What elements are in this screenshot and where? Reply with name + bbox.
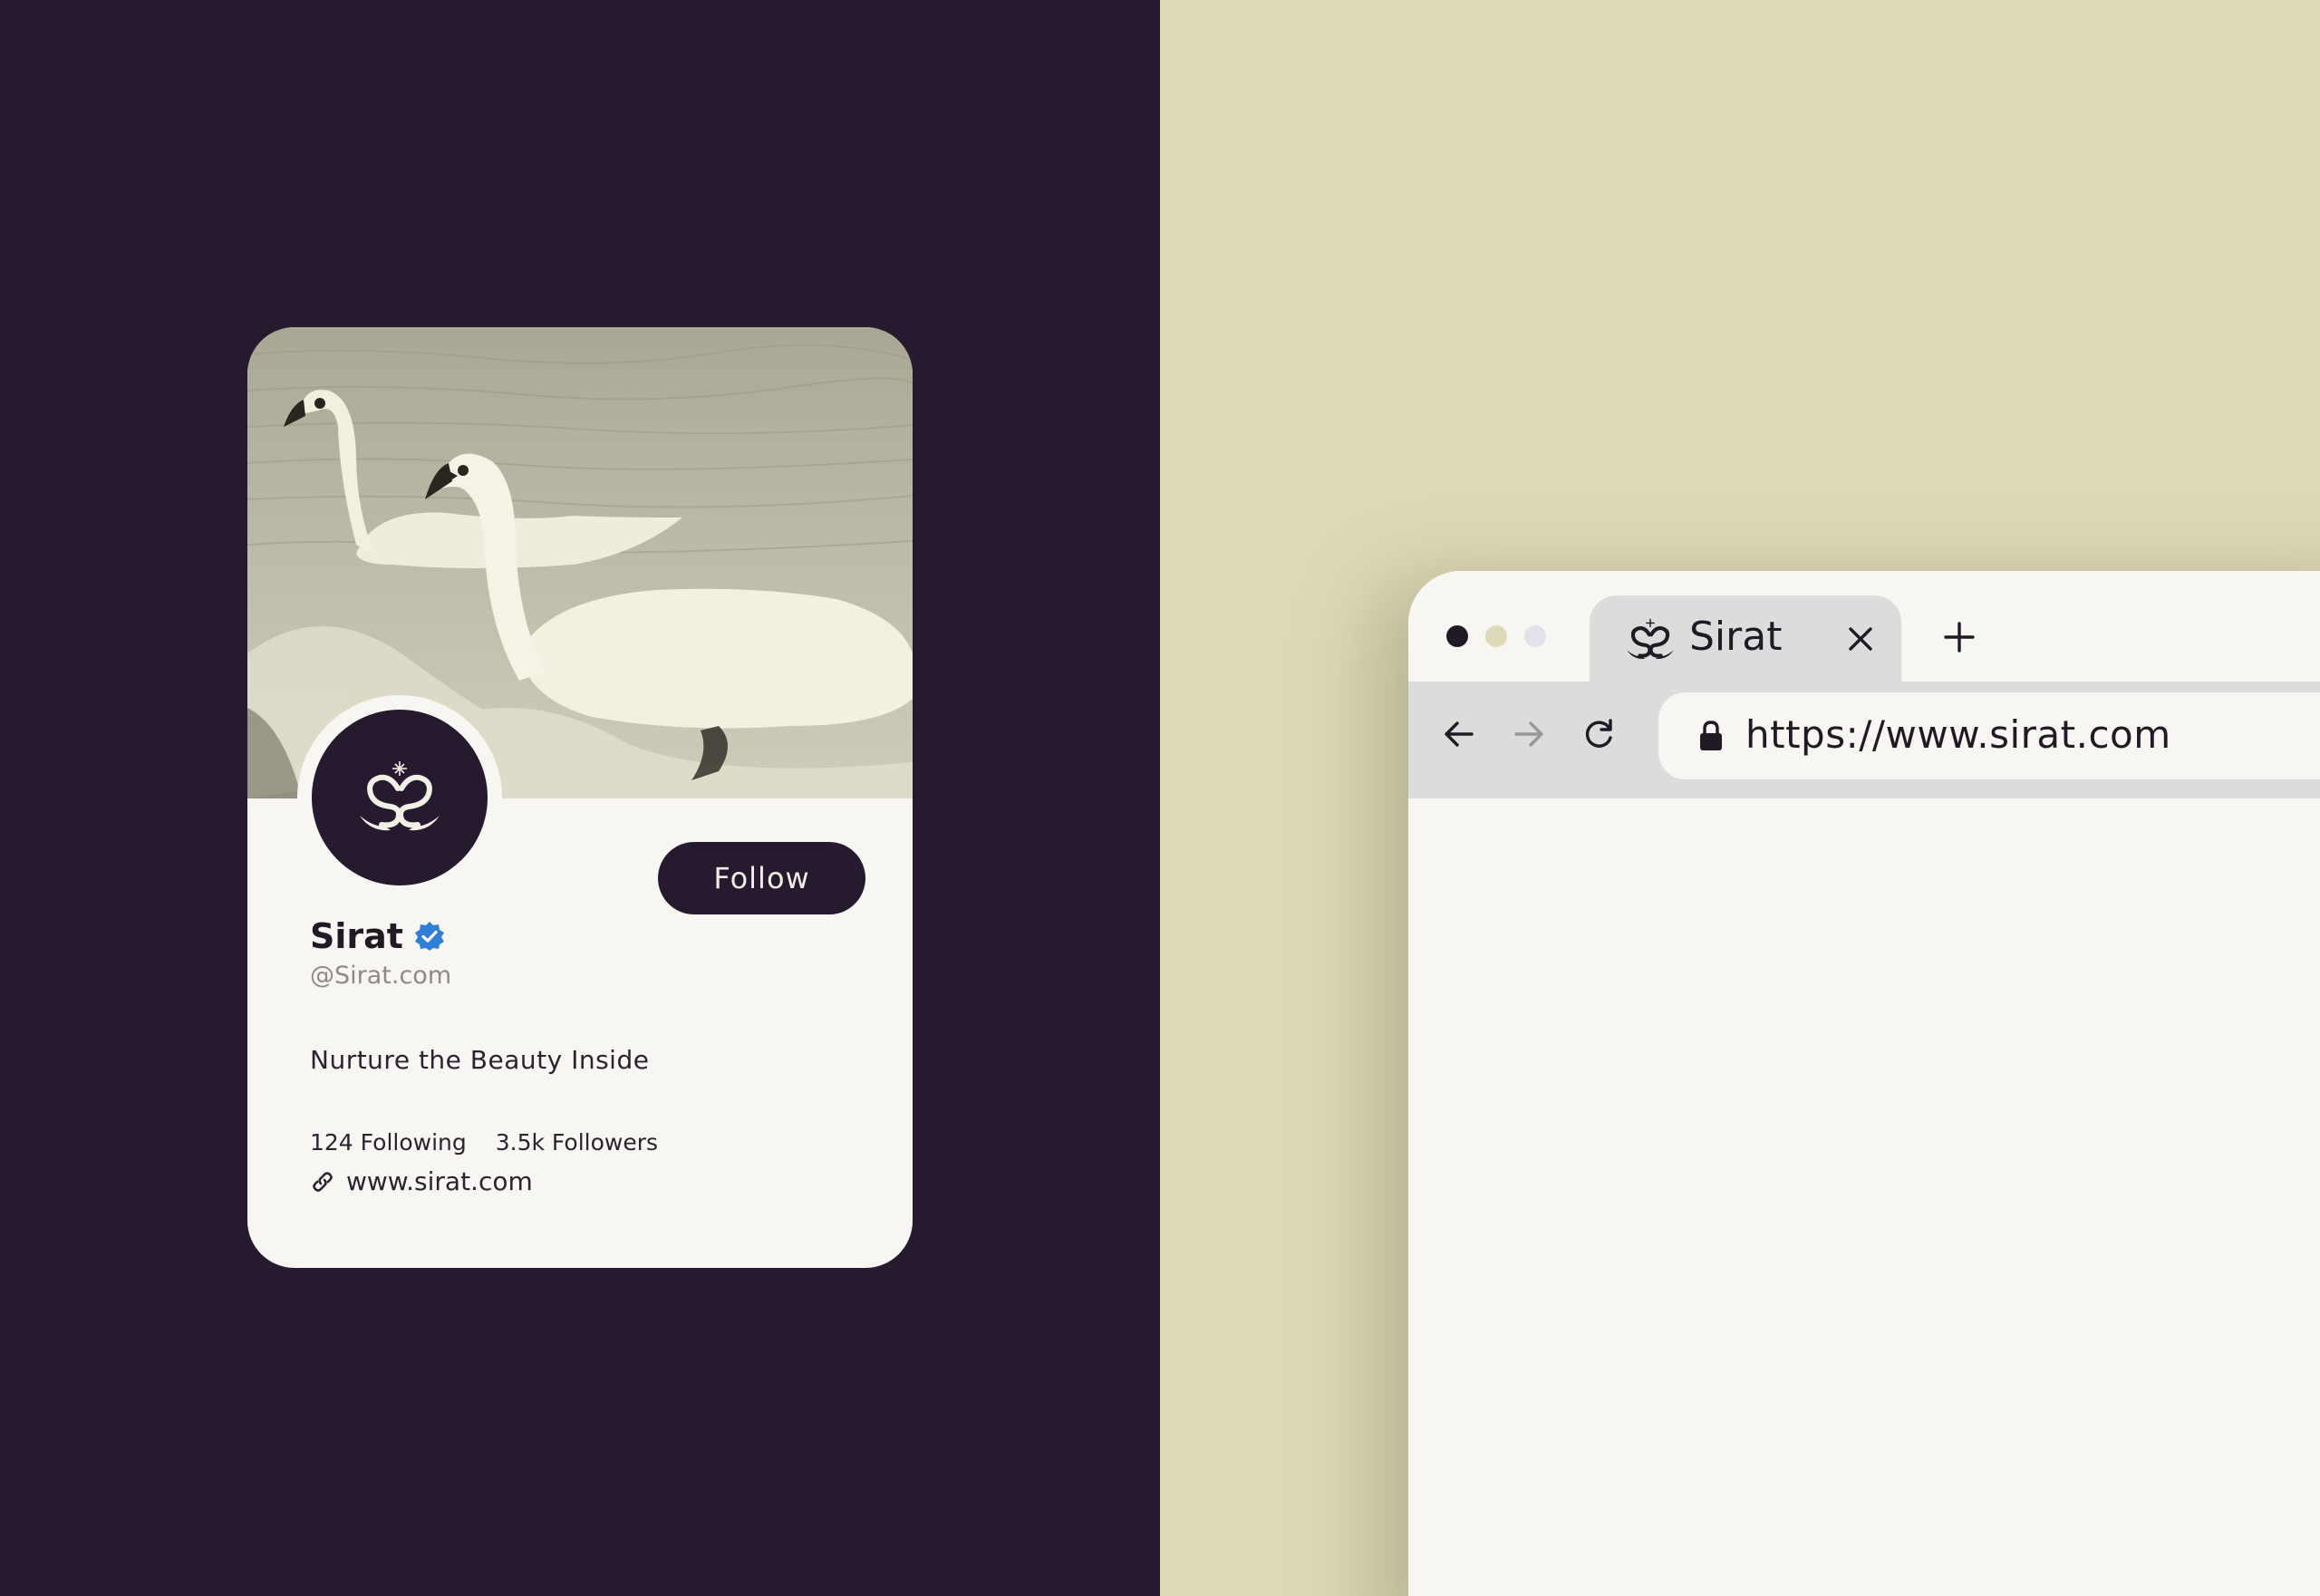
website-link[interactable]: www.sirat.com — [310, 1166, 533, 1196]
toolbar-divider — [1408, 789, 2320, 798]
name-row: Sirat — [310, 915, 445, 957]
avatar[interactable] — [312, 710, 488, 885]
follow-button[interactable]: Follow — [658, 842, 865, 914]
profile-bio: Nurture the Beauty Inside — [310, 1045, 650, 1075]
tab-title: Sirat — [1689, 614, 1783, 660]
verified-badge-icon — [414, 922, 444, 951]
browser-window: Sirat https://www.sirat.com — [1408, 571, 2320, 1596]
close-icon[interactable] — [1847, 625, 1874, 653]
sirat-swan-logo-icon — [360, 761, 440, 831]
window-close-dot[interactable] — [1446, 625, 1468, 647]
lock-icon — [1700, 721, 1722, 750]
reload-icon[interactable] — [1580, 716, 1617, 752]
profile-card: Follow Sirat @Sirat.com Nurture the Beau… — [247, 327, 913, 1268]
website-url[interactable]: www.sirat.com — [346, 1166, 533, 1196]
browser-titlebar: Sirat — [1408, 571, 2320, 686]
window-minimize-dot[interactable] — [1485, 625, 1507, 647]
sirat-swan-logo-icon — [1627, 618, 1674, 659]
address-url[interactable]: https://www.sirat.com — [1745, 712, 2171, 757]
arrow-left-icon[interactable] — [1441, 716, 1477, 752]
followers-count[interactable]: 3.5k Followers — [496, 1129, 658, 1156]
left-panel: Follow Sirat @Sirat.com Nurture the Beau… — [0, 0, 1160, 1596]
profile-handle: @Sirat.com — [310, 962, 452, 990]
window-maximize-dot[interactable] — [1524, 625, 1546, 647]
browser-tab[interactable]: Sirat — [1590, 595, 1901, 686]
plus-icon[interactable] — [1943, 621, 1976, 653]
following-count[interactable]: 124 Following — [310, 1129, 467, 1156]
right-panel: Sirat https://www.sirat.com — [1160, 0, 2320, 1596]
display-name: Sirat — [310, 916, 403, 956]
address-bar[interactable]: https://www.sirat.com — [1658, 692, 2320, 779]
arrow-right-icon[interactable] — [1511, 716, 1547, 752]
link-icon — [313, 1171, 333, 1192]
profile-stats: 124 Following 3.5k Followers — [310, 1129, 658, 1156]
browser-toolbar: https://www.sirat.com — [1408, 682, 2320, 789]
page-content — [1408, 798, 2320, 1596]
